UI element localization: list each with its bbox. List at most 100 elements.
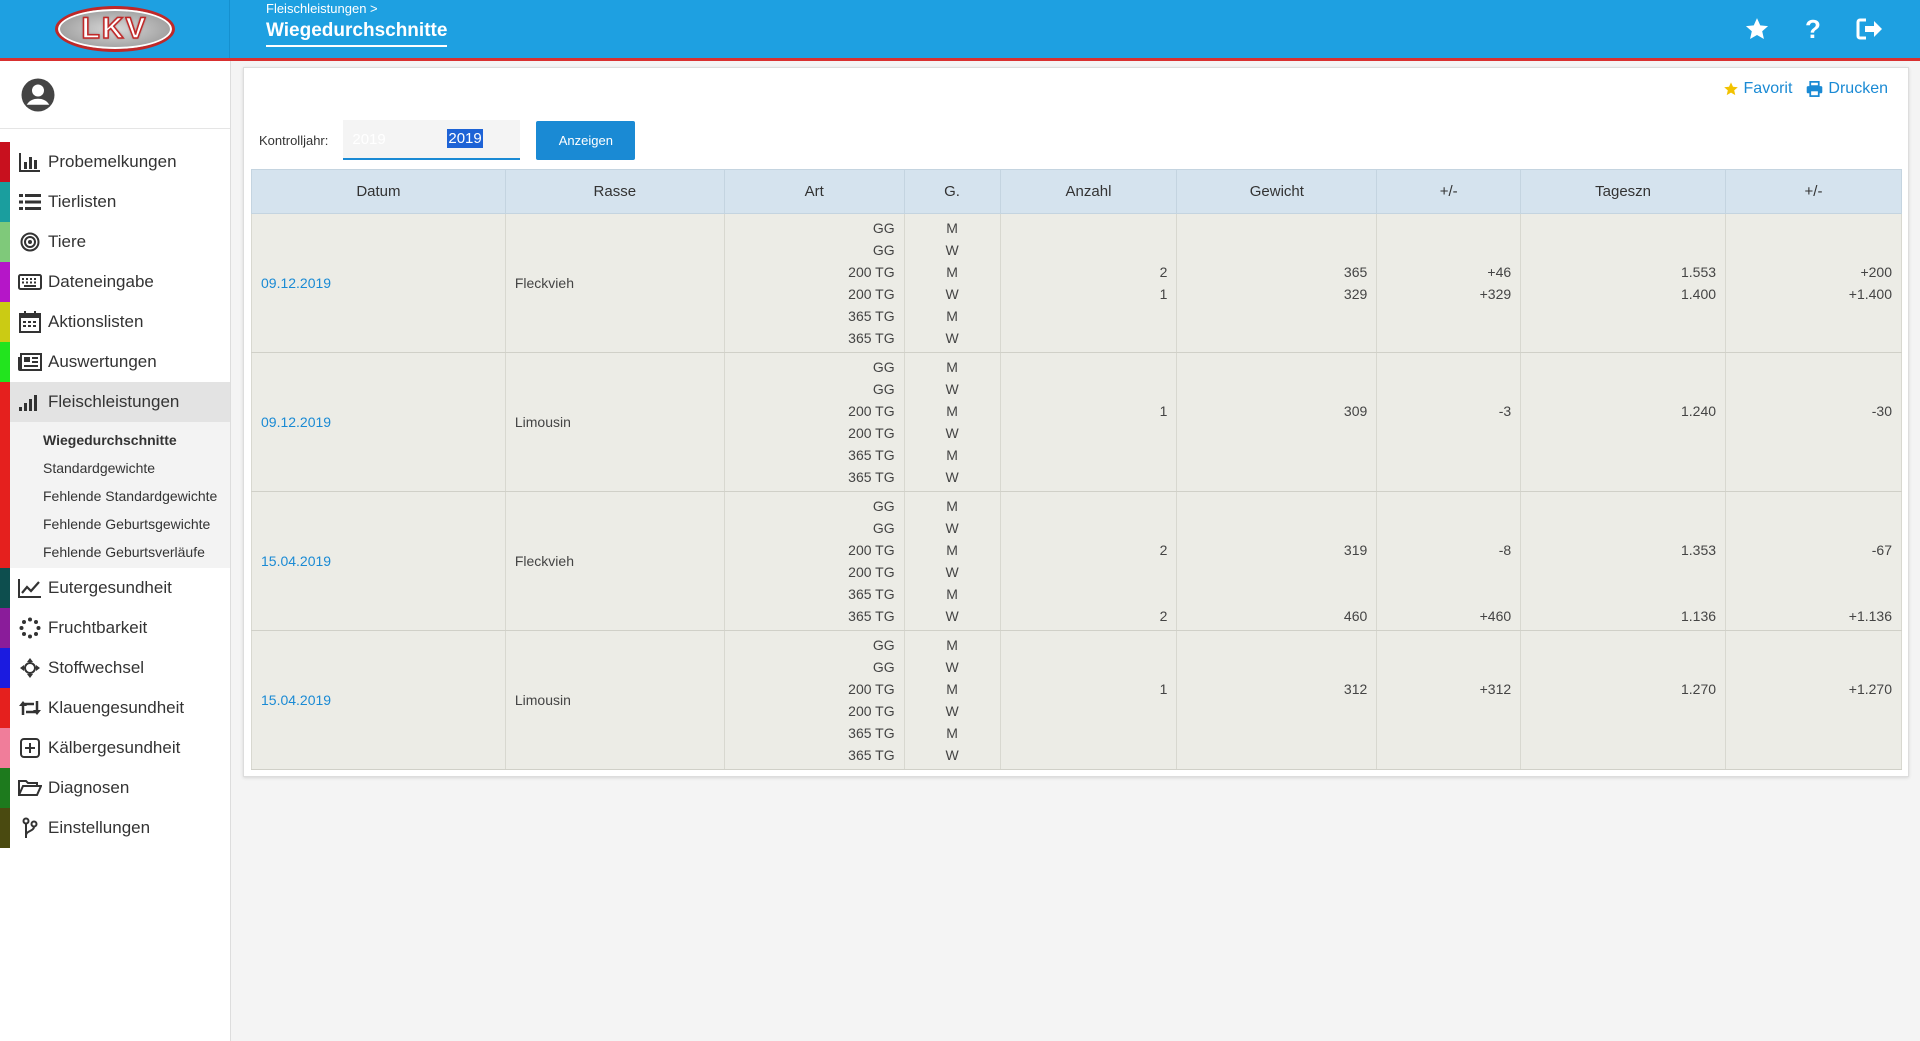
col-datum[interactable]: Datum xyxy=(251,169,506,214)
tageszn-cell: 1.353 1.136 xyxy=(1520,491,1727,631)
sidebar-item-label: Fruchtbarkeit xyxy=(48,618,148,637)
sidebar-item-label: Probemelkungen xyxy=(48,152,177,171)
cell-line: +460 xyxy=(1479,608,1512,624)
results-table: Datum Rasse Art G. Anzahl Gewicht +/- Ta… xyxy=(251,169,1902,770)
cell-line xyxy=(1530,700,1716,722)
datum-link[interactable]: 15.04.2019 xyxy=(261,692,331,708)
breadcrumb[interactable]: Fleischleistungen > xyxy=(266,1,378,16)
table-row: 15.04.2019 Fleckvieh GG GG 200 TG 200 TG 365 T… xyxy=(251,491,1902,631)
cell-line xyxy=(1010,378,1168,400)
datum-link[interactable]: 09.12.2019 xyxy=(261,275,331,291)
nav-menu: Probemelkungen Tierlisten Tiere Datenein… xyxy=(0,142,230,848)
col-tageszn[interactable]: Tageszn xyxy=(1520,169,1727,214)
cell-line xyxy=(1530,561,1716,583)
sidebar-item-fruchtbarkeit[interactable]: Fruchtbarkeit xyxy=(0,608,230,648)
cell-line xyxy=(1010,239,1168,261)
cell-line xyxy=(1010,583,1168,605)
cell-line xyxy=(1530,378,1716,400)
col-rasse[interactable]: Rasse xyxy=(504,169,725,214)
cell-line xyxy=(1010,444,1168,466)
cell-line xyxy=(1010,217,1168,239)
sidebar-item-tiere[interactable]: Tiere xyxy=(0,222,230,262)
cell-line xyxy=(1735,656,1892,678)
sidebar-item-label: Klauengesundheit xyxy=(48,698,185,717)
cell-line xyxy=(1386,422,1511,444)
sidebar-item-label: Auswertungen xyxy=(48,352,157,371)
kontrolljahr-input[interactable] xyxy=(343,120,521,160)
cell-line: M xyxy=(946,359,958,375)
diff-tageszn-cell: +200 +1.400 xyxy=(1725,213,1902,353)
logout-icon[interactable] xyxy=(1854,14,1884,44)
anzeigen-button[interactable]: Anzeigen xyxy=(536,120,636,160)
cell-line: 365 TG xyxy=(848,447,895,463)
table-body: 09.12.2019 Fleckvieh GG GG 200 TG 200 TG 365 T… xyxy=(251,213,1902,770)
sidebar: Probemelkungen Tierlisten Tiere Datenein… xyxy=(0,61,231,1041)
rasse-cell: Limousin xyxy=(504,630,725,770)
cell-line xyxy=(1386,722,1511,744)
sidebar-item-fleischleistungen[interactable]: Fleischleistungen xyxy=(0,382,230,422)
datum-link[interactable]: 15.04.2019 xyxy=(261,553,331,569)
diff-cell: +312 xyxy=(1376,630,1522,770)
diff-cell: -8 +460 xyxy=(1376,491,1522,631)
sidebar-item-diagnosen[interactable]: Diagnosen xyxy=(0,768,230,808)
user-icon[interactable] xyxy=(20,77,56,113)
gewicht-cell: 312 xyxy=(1176,630,1378,770)
cell-line xyxy=(1186,327,1367,349)
cell-line xyxy=(1010,722,1168,744)
cell-line xyxy=(1386,656,1511,678)
sub-item-fehlende-geburtsverlaeufe[interactable]: Fehlende Geburtsverläufe xyxy=(0,538,230,566)
top-bar: LKV Fleischleistungen > Wiegedurchschnit… xyxy=(0,0,1920,61)
table-header-row: Datum Rasse Art G. Anzahl Gewicht +/- Ta… xyxy=(251,169,1902,214)
cell-line xyxy=(1530,356,1716,378)
cell-line: 1.136 xyxy=(1680,608,1717,624)
cell-line: W xyxy=(945,703,959,719)
sidebar-item-probemelkungen[interactable]: Probemelkungen xyxy=(0,142,230,182)
anzahl-cell: 21 xyxy=(999,213,1178,353)
cell-line: W xyxy=(945,425,959,441)
sidebar-item-stoffwechsel[interactable]: Stoffwechsel xyxy=(0,648,230,688)
col-anzahl[interactable]: Anzahl xyxy=(999,169,1178,214)
cell-line xyxy=(1530,495,1716,517)
sidebar-item-klauengesundheit[interactable]: Klauengesundheit xyxy=(0,688,230,728)
cell-line xyxy=(1386,700,1511,722)
cell-line: 1.400 xyxy=(1680,286,1717,302)
col-gewicht[interactable]: Gewicht xyxy=(1176,169,1378,214)
sub-item-wiegedurchschnitte[interactable]: Wiegedurchschnitte xyxy=(0,426,230,454)
cell-line xyxy=(1386,239,1511,261)
sub-item-fehlende-standardgewichte[interactable]: Fehlende Standardgewichte xyxy=(0,482,230,510)
sidebar-item-kaelbergesundheit[interactable]: Kälbergesundheit xyxy=(0,728,230,768)
signal-icon xyxy=(17,391,43,413)
cell-line: 1 xyxy=(1159,286,1168,302)
sidebar-item-auswertungen[interactable]: Auswertungen xyxy=(0,342,230,382)
sidebar-item-tierlisten[interactable]: Tierlisten xyxy=(0,182,230,222)
print-button[interactable]: Drucken xyxy=(1806,80,1888,98)
sub-item-standardgewichte[interactable]: Standardgewichte xyxy=(0,454,230,482)
cell-line: 329 xyxy=(1343,286,1368,302)
cell-line: 319 xyxy=(1343,542,1368,558)
star-icon[interactable] xyxy=(1742,14,1772,44)
print-icon xyxy=(1807,81,1823,97)
favorite-button[interactable]: Favorit xyxy=(1723,80,1792,98)
content-panel: Favorit Drucken Kontrolljahr: 2019 Anzei… xyxy=(243,67,1909,777)
cell-line xyxy=(1530,422,1716,444)
cell-line xyxy=(1735,327,1892,349)
col-diff[interactable]: +/- xyxy=(1376,169,1522,214)
sidebar-item-aktionslisten[interactable]: Aktionslisten xyxy=(0,302,230,342)
col-art[interactable]: Art xyxy=(723,169,905,214)
cell-line: 365 TG xyxy=(848,725,895,741)
diff-tageszn-cell: -30 xyxy=(1725,352,1902,492)
sidebar-item-dateneingabe[interactable]: Dateneingabe xyxy=(0,262,230,302)
datum-link[interactable]: 09.12.2019 xyxy=(261,414,331,430)
cell-line xyxy=(1186,561,1367,583)
geschlecht-cell: MWMWMW xyxy=(903,491,1001,631)
datum-cell: 09.12.2019 xyxy=(251,213,506,353)
sub-item-fehlende-geburtsgewichte[interactable]: Fehlende Geburtsgewichte xyxy=(0,510,230,538)
logo-area[interactable]: LKV xyxy=(0,0,230,58)
help-icon[interactable]: ? xyxy=(1798,14,1828,44)
line-chart-icon xyxy=(17,577,43,599)
col-geschlecht[interactable]: G. xyxy=(903,169,1001,214)
cell-line: M xyxy=(946,264,958,280)
sidebar-item-eutergesundheit[interactable]: Eutergesundheit xyxy=(0,568,230,608)
col-diff-tageszn[interactable]: +/- xyxy=(1725,169,1902,214)
sidebar-item-einstellungen[interactable]: Einstellungen xyxy=(0,808,230,848)
